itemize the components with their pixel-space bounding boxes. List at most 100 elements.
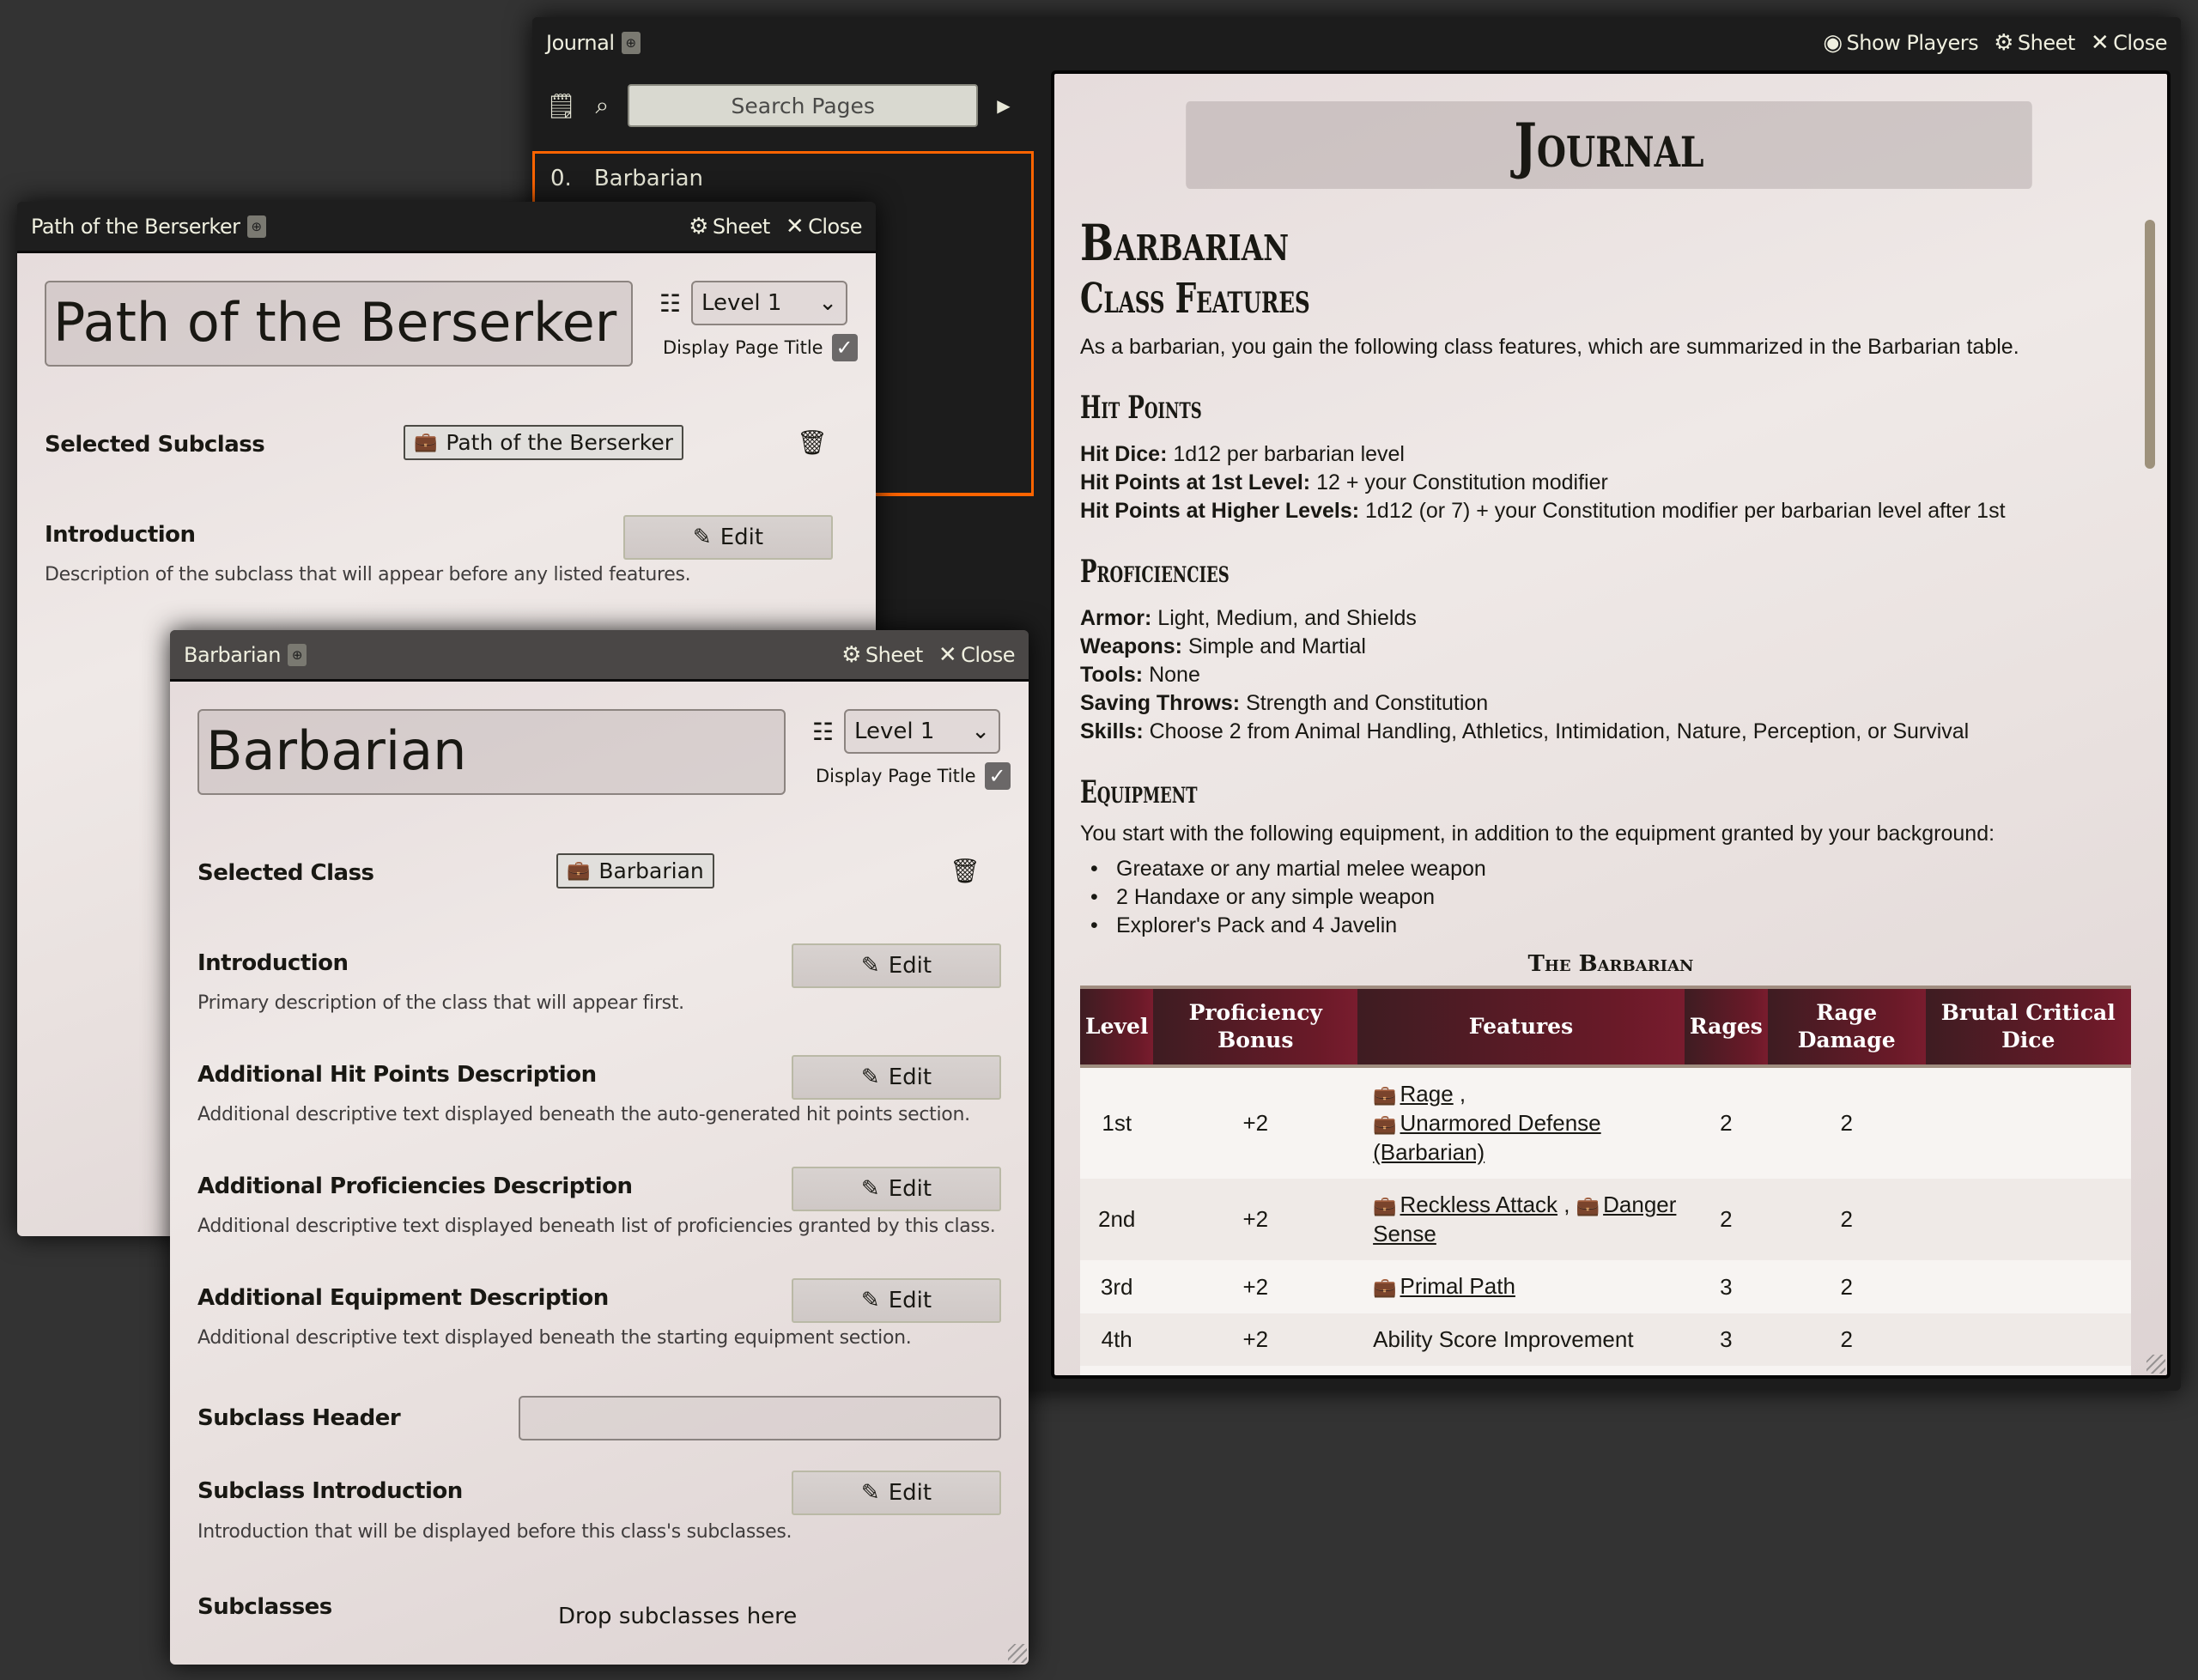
name-input[interactable]: Path of the Berserker — [45, 281, 633, 367]
features-cell: 💼 Primal Path — [1357, 1260, 1685, 1313]
chevron-down-icon: ⌄ — [818, 290, 837, 316]
table-row: 5th+3💼Extra Attack , 💼Fast Movement32 — [1080, 1366, 2131, 1375]
edit-section-button[interactable]: ✎ Edit — [792, 1278, 1001, 1323]
resize-handle[interactable] — [2146, 1355, 2165, 1374]
sheet-button[interactable]: ⚙ Sheet — [689, 214, 770, 240]
create-page-icon[interactable]: 🗒 — [546, 92, 577, 120]
display-page-title-checkbox[interactable]: ✓ — [831, 334, 858, 361]
rages-cell: 2 — [1684, 1179, 1768, 1260]
resize-handle[interactable] — [1008, 1644, 1027, 1663]
equipment-item: 2 Handaxe or any simple weapon — [1080, 883, 2141, 912]
close-button[interactable]: ✕ Close — [938, 642, 1016, 668]
feature-link[interactable]: Rage — [1400, 1081, 1454, 1107]
table-row: 3rd +2 💼 Primal Path 3 2 — [1080, 1260, 2131, 1313]
stat-line: Hit Dice: 1d12 per barbarian level — [1080, 440, 2141, 469]
rage-damage-cell: 2 — [1767, 1366, 1926, 1375]
edit-section-button[interactable]: ✎ Edit — [792, 1167, 1001, 1211]
table-caption: The Barbarian — [1527, 951, 1694, 977]
table-header-cell: Brutal Critical Dice — [1925, 986, 2131, 1068]
class-table: Level Proficiency Bonus Features Rages Rage … — [1080, 986, 2131, 1375]
show-players-button[interactable]: ◉ Show Players — [1823, 30, 1978, 56]
stat-value: 1d12 (or 7) + your Constitution modifier… — [1359, 499, 2006, 523]
name-input[interactable]: Barbarian — [197, 709, 786, 795]
feature-link[interactable]: Reckless Attack — [1400, 1192, 1558, 1217]
stat-line: Saving Throws: Strength and Constitution — [1080, 689, 2141, 718]
close-icon: ✕ — [785, 213, 805, 240]
level-select-value: Level 1 — [854, 719, 935, 744]
edit-icon: ✎ — [860, 1480, 880, 1506]
search-icon[interactable]: ⌕ — [596, 92, 610, 120]
stat-line: Hit Points at 1st Level: 12 + your Const… — [1080, 469, 2141, 497]
subclass-header-input[interactable] — [519, 1396, 1001, 1440]
subclass-sheet-header[interactable]: Path of the Berserker ⊕ ⚙ Sheet ✕ Close — [17, 202, 876, 253]
globe-icon[interactable]: ⊕ — [621, 32, 641, 54]
stat-value: 1d12 per barbarian level — [1167, 442, 1405, 466]
suitcase-icon: 💼 — [414, 432, 438, 453]
edit-introduction-button[interactable]: ✎ Edit — [623, 515, 833, 560]
level-select[interactable]: Level 1 ⌄ — [691, 281, 847, 325]
suitcase-icon: 💼 — [567, 860, 591, 882]
level-cell: 3rd — [1080, 1260, 1154, 1313]
suitcase-icon: 💼 — [1373, 1084, 1397, 1106]
selected-subclass-chip[interactable]: 💼 Path of the Berserker — [404, 425, 684, 460]
sheet-button[interactable]: ⚙ Sheet — [1994, 30, 2075, 56]
suitcase-icon: 💼 — [1373, 1195, 1397, 1216]
edit-icon: ✎ — [860, 953, 880, 979]
equipment-item: Explorer's Pack and 4 Javelin — [1080, 912, 2141, 940]
scrollbar[interactable] — [2145, 220, 2155, 469]
display-page-title-checkbox[interactable]: ✓ — [984, 762, 1011, 790]
equipment-list: Greataxe or any martial melee weapon2 Ha… — [1080, 855, 2141, 940]
level-cell: 2nd — [1080, 1179, 1154, 1260]
page-heading: Barbarian — [1080, 214, 1290, 272]
edit-section-button[interactable]: ✎ Edit — [792, 943, 1001, 988]
trash-icon[interactable]: 🗑 — [950, 857, 981, 885]
page-item[interactable]: 0. Barbarian — [535, 154, 1031, 203]
bonus-cell: +2 — [1153, 1179, 1358, 1260]
rages-cell: 3 — [1684, 1313, 1768, 1366]
close-button[interactable]: ✕ Close — [785, 213, 863, 240]
equipment-intro: You start with the following equipment, … — [1080, 822, 1995, 846]
search-input[interactable]: Search Pages — [628, 84, 979, 127]
table-row: 1st +2 💼 Rage , 💼 Unarmored Defense (Barbari… — [1080, 1066, 2131, 1179]
feature-link[interactable]: Primal Path — [1400, 1273, 1515, 1299]
brutal-critical-cell — [1925, 1179, 2131, 1260]
subclasses-drop-zone[interactable]: Drop subclasses here — [558, 1604, 797, 1629]
edit-subclass-introduction-button[interactable]: ✎ Edit — [792, 1471, 1001, 1515]
level-cell: 5th — [1080, 1366, 1154, 1375]
stat-value: Strength and Constitution — [1240, 691, 1489, 715]
edit-label: Edit — [888, 1288, 932, 1313]
close-label: Close — [808, 214, 862, 239]
edit-icon: ✎ — [692, 525, 712, 550]
feature-link[interactable]: Unarmored Defense (Barbarian) — [1373, 1110, 1601, 1165]
feature-entry: 💼 Rage — [1373, 1081, 1454, 1107]
intro-text: As a barbarian, you gain the following c… — [1080, 335, 2019, 359]
feature-entry: 💼 Reckless Attack — [1373, 1192, 1557, 1217]
globe-icon[interactable]: ⊕ — [287, 643, 307, 666]
table-row: 4th +2 Ability Score Improvement 3 2 — [1080, 1313, 2131, 1366]
class-sheet-header[interactable]: Barbarian ⊕ ⚙ Sheet ✕ Close — [170, 630, 1029, 682]
rages-cell: 3 — [1684, 1260, 1768, 1313]
display-page-title-label: Display Page Title — [663, 337, 823, 358]
collapse-sidebar-icon[interactable]: ▶ — [997, 95, 1010, 117]
rage-damage-cell: 2 — [1767, 1179, 1926, 1260]
trash-icon[interactable]: 🗑 — [797, 428, 828, 457]
globe-icon[interactable]: ⊕ — [246, 215, 266, 238]
show-players-label: Show Players — [1846, 31, 1979, 55]
sheet-button[interactable]: ⚙ Sheet — [841, 642, 923, 668]
close-button[interactable]: ✕ Close — [2091, 30, 2168, 56]
level-select[interactable]: Level 1 ⌄ — [844, 709, 1000, 754]
feature-entry: 💼 Primal Path — [1373, 1273, 1515, 1299]
feature-text: Ability Score Improvement — [1373, 1326, 1634, 1352]
eye-icon: ◉ — [1823, 30, 1843, 56]
stat-label: Armor: — [1080, 606, 1152, 630]
selected-class-chip[interactable]: 💼 Barbarian — [556, 853, 714, 889]
edit-section-button[interactable]: ✎ Edit — [792, 1055, 1001, 1100]
class-sheet-body: Barbarian ☷ Level 1 ⌄ Display Page Title ✓… — [170, 682, 1029, 1665]
table-header-cell: Proficiency Bonus — [1153, 986, 1358, 1068]
page-subheading: Class Features — [1080, 275, 1310, 323]
edit-label: Edit — [720, 525, 764, 550]
gear-icon: ⚙ — [841, 641, 861, 668]
journal-header[interactable]: Journal ⊕ ◉ Show Players ⚙ Sheet ✕ Close — [532, 17, 2181, 69]
section-desc: Additional descriptive text displayed be… — [197, 1327, 912, 1349]
table-header-cell: Rage Damage — [1767, 986, 1926, 1068]
